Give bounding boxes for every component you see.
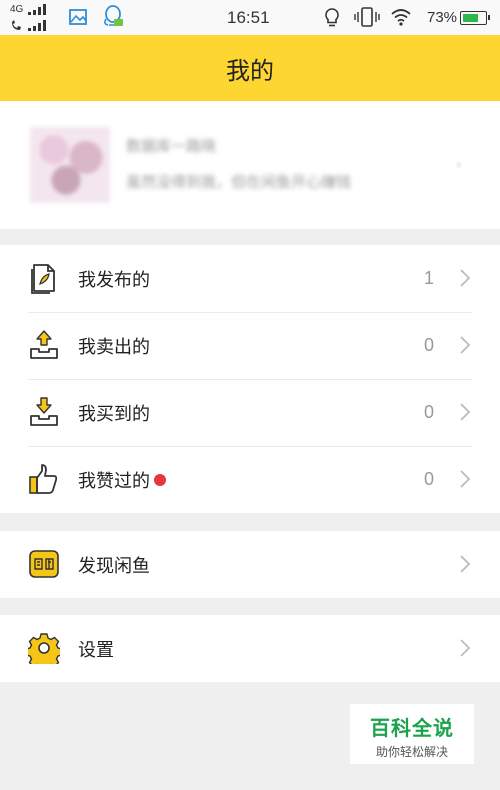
menu-group-orders: 我发布的 1 我卖出的 0 我买到的 0 我赞过的 0 [0, 245, 500, 513]
thumbs-up-icon [29, 464, 58, 494]
menu-item-settings[interactable]: 设置 [0, 615, 500, 682]
chevron-right-icon [460, 470, 471, 488]
menu-item-label: 发现闲鱼 [78, 555, 150, 577]
call-signal-icon [12, 20, 46, 31]
battery-fill [463, 14, 478, 22]
menu-item-label: 设置 [78, 639, 114, 661]
chevron-right-icon [460, 269, 471, 287]
menu-item-published[interactable]: 我发布的 1 [0, 245, 500, 312]
menu-item-bought[interactable]: 我买到的 0 [0, 379, 500, 446]
menu-item-liked[interactable]: 我赞过的 0 [0, 446, 500, 513]
watermark-title: 百科全说 [370, 716, 454, 740]
menu-item-label-text: 我赞过的 [78, 470, 150, 492]
chevron-right-icon [460, 639, 471, 657]
publish-doc-icon [31, 264, 55, 294]
sold-tray-icon [30, 330, 58, 359]
header-bar: 我的 [0, 35, 500, 101]
qq-icon [104, 5, 123, 26]
profile-card[interactable]: 数据库一路晓 虽然没得到我，但在闲鱼开心赚钱 › [0, 101, 500, 229]
menu-item-discover-xianyu[interactable]: 发现闲鱼 [0, 531, 500, 598]
page-title: 我的 [226, 56, 274, 85]
profile-chevron-icon: › [456, 157, 462, 173]
profile-bio: 虽然没得到我，但在闲鱼开心赚钱 [126, 173, 352, 191]
wifi-icon [391, 9, 411, 26]
gallery-icon [69, 9, 87, 25]
menu-item-sold[interactable]: 我卖出的 0 [0, 312, 500, 379]
battery-tip [488, 15, 490, 20]
chevron-right-icon [460, 336, 471, 354]
menu-item-label: 我卖出的 [78, 336, 150, 358]
menu-item-count: 0 [423, 402, 434, 422]
gear-icon [28, 633, 60, 664]
vibrate-icon [354, 7, 380, 27]
bought-tray-icon [30, 397, 58, 426]
status-time: 16:51 [227, 8, 270, 27]
menu-group-discover: 发现闲鱼 [0, 531, 500, 598]
menu-item-label: 我买到的 [78, 403, 150, 425]
new-badge-dot [154, 473, 166, 486]
watermark-logo: 百科全说 助你轻松解决 [350, 704, 474, 764]
chevron-right-icon [460, 403, 471, 421]
menu-item-label: 我发布的 [78, 269, 150, 291]
menu-item-count: 0 [423, 469, 434, 489]
menu-item-label: 我赞过的 [78, 467, 166, 493]
signal-4g-icon [28, 4, 46, 15]
chevron-right-icon [460, 555, 471, 573]
avatar[interactable] [30, 127, 110, 203]
network-type-label: 4G [10, 4, 24, 15]
menu-group-settings: 设置 [0, 615, 500, 682]
xianyu-logo-icon [29, 550, 59, 578]
menu-item-count: 0 [423, 335, 434, 355]
menu-item-count: 1 [423, 268, 434, 288]
watermark-subtitle: 助你轻松解决 [375, 745, 448, 759]
status-bar: 4G 16:51 73% [0, 0, 500, 35]
profile-name: 数据库一路晓 [126, 137, 217, 155]
battery-percent: 73% [427, 9, 458, 26]
bulb-icon [325, 8, 339, 27]
battery-icon [460, 11, 487, 25]
